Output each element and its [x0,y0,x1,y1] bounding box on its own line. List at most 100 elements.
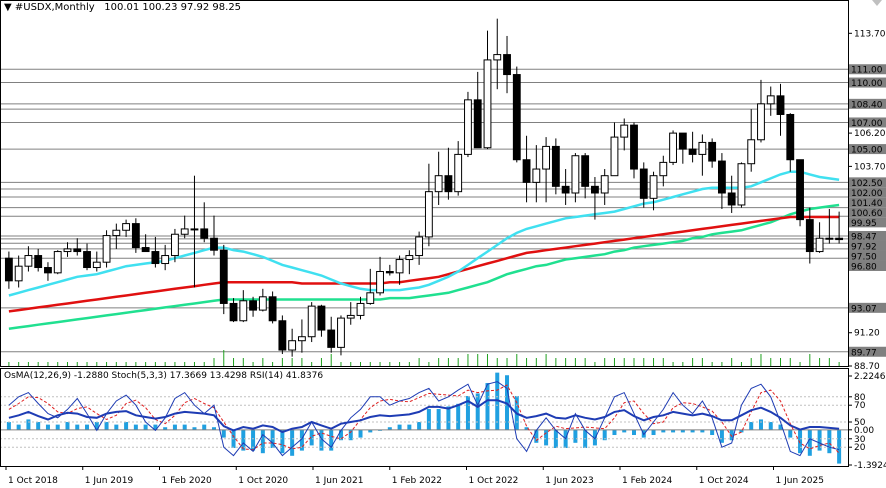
osma-bar [807,429,812,456]
symbol-label: #USDX,Monthly [14,2,95,13]
bull-candle [171,233,179,257]
bull-candle [122,223,131,231]
volume-bar [154,362,156,366]
volume-bar [565,358,567,366]
bear-candle [210,237,218,251]
osma-bar [417,422,422,430]
bull-candle [610,136,619,177]
osma-bar [45,424,50,430]
time-tick-label: 1 Jun 2023 [545,476,593,486]
volume-bar [457,358,459,366]
volume-bar [115,362,117,366]
bear-candle [503,54,511,76]
volume-bar [311,362,313,366]
bull-candle [405,255,414,261]
bear-candle [44,267,52,274]
bear-candle [561,185,570,194]
volume-bar [66,362,68,366]
bull-candle [571,155,580,194]
volume-bar [213,358,215,366]
bear-candle [34,255,43,269]
volume-bar [86,362,88,366]
bull-candle [532,168,541,183]
volume-bar [496,358,498,366]
indicator-tick-label: 70 [854,401,866,411]
bear-candle [278,320,287,351]
osma-bar [114,424,119,430]
osma-bar [612,429,617,436]
osma-bar [75,424,80,430]
bull-candle [92,261,101,269]
bull-candle [542,145,551,170]
bull-candle [620,124,629,138]
bear-candle [805,219,814,253]
volume-bar [193,362,195,366]
bear-candle [444,175,453,193]
volume-bar [389,362,391,366]
volume-bar [545,354,547,366]
volume-bar [623,358,625,366]
time-tick-label: 1 Feb 2024 [622,476,673,486]
volume-bar [643,358,645,366]
bull-candle [376,271,384,294]
volume-bar [418,358,420,366]
bear-candle [678,132,687,150]
bull-candle [63,248,72,253]
bull-candle [698,141,707,155]
volume-bar [47,362,49,366]
osma-bar [749,422,754,430]
osma-bar [55,424,60,430]
volume-bar [682,362,684,366]
bull-candle [288,340,297,351]
volume-bar [828,358,830,366]
osma-bar [788,429,793,438]
dropdown-arrow-icon[interactable]: ▼ [4,2,12,13]
volume-bar [711,362,713,366]
bear-candle [249,300,257,311]
volume-bar [506,358,508,366]
osma-bar [172,424,177,430]
bear-candle [512,74,521,161]
bear-candle [717,160,726,194]
osma-bar [573,429,578,443]
time-tick-label: 1 Jun 2019 [85,476,134,486]
volume-bar [740,362,742,366]
volume-bar [252,362,254,366]
osma-bar [544,429,549,446]
volume-bar [594,362,596,366]
chart-canvas[interactable]: 113.70106.20103.7096.2091.2088.70111.001… [0,0,886,488]
bull-candle [297,336,306,342]
corner-triangle-icon[interactable] [872,0,882,6]
bull-candle [493,54,502,61]
time-tick-label: 1 Jun 2021 [315,476,363,486]
osma-bar [651,429,656,436]
bull-candle [337,317,345,348]
volume-bar [526,358,528,366]
osma-bar [85,424,90,430]
indicator-header: OsMA(12,26,9) -1.2880 Stoch(5,3,3) 17.36… [4,371,324,381]
bear-candle [835,237,844,241]
bull-candle [815,237,824,253]
osma-bar [407,424,412,430]
bear-candle [131,223,140,249]
bull-candle [825,237,834,240]
bull-candle [737,163,746,206]
volume-bar [8,362,10,366]
osma-bar [485,383,490,430]
volume-bar [262,358,264,366]
bull-candle [346,314,355,319]
time-tick-label: 1 Oct 2020 [238,476,288,486]
osma-bar [65,422,70,430]
bear-candle [200,228,209,239]
osma-bar [710,429,715,436]
volume-bar [780,358,782,366]
volume-bar [340,362,342,366]
osma-bar [397,424,402,430]
volume-bar [574,358,576,366]
volume-bar [633,358,635,366]
time-tick-label: 1 Oct 2024 [699,476,749,486]
volume-bar [789,358,791,366]
bull-candle [600,175,609,194]
volume-bar [838,362,840,366]
osma-bar [768,422,773,430]
